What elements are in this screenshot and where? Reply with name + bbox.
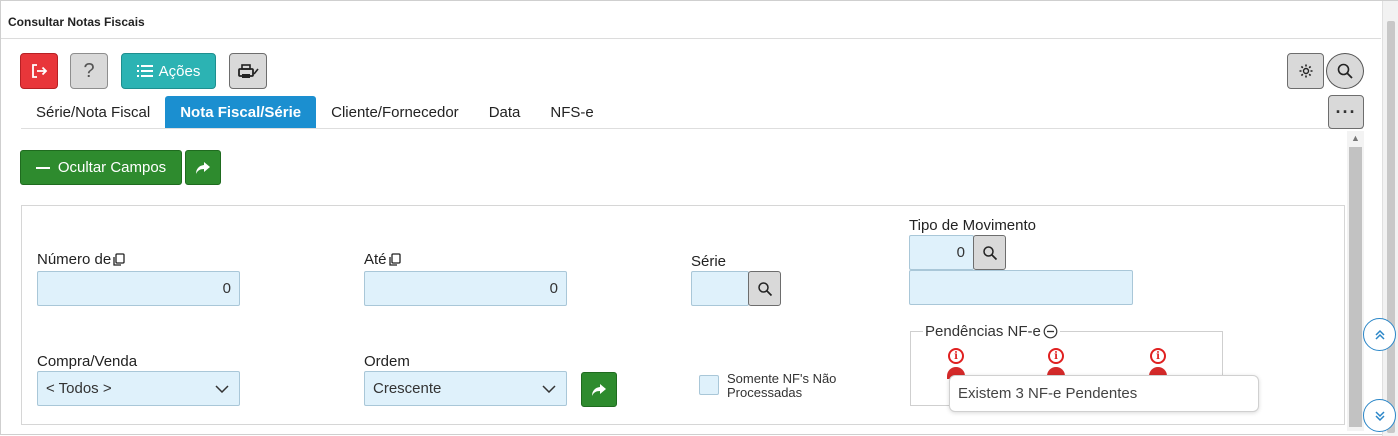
pendencia-item-3[interactable]: i — [1149, 348, 1168, 379]
more-icon: ··· — [1335, 101, 1357, 122]
acoes-label: Ações — [158, 62, 201, 80]
copy-icon[interactable] — [112, 252, 125, 267]
tab-cliente-fornecedor[interactable]: Cliente/Fornecedor — [316, 96, 474, 129]
info-alert-icon: i — [948, 348, 964, 364]
copy-icon[interactable] — [388, 252, 401, 267]
tabs-divider — [21, 128, 1363, 129]
gear-icon — [1299, 64, 1312, 78]
pendencia-item-1[interactable]: i — [947, 348, 966, 379]
content-scrollbar-thumb[interactable] — [1349, 147, 1362, 427]
ordem-select[interactable]: Crescente — [364, 371, 567, 406]
scroll-top-button[interactable] — [1363, 318, 1396, 351]
content-scrollbar[interactable]: ▲ — [1347, 131, 1364, 431]
minus-icon — [35, 166, 50, 169]
pendencias-tooltip: Existem 3 NF-e Pendentes — [949, 375, 1259, 412]
window: Consultar Notas Fiscais ? Ações Série/No… — [0, 0, 1398, 436]
help-button[interactable]: ? — [70, 53, 108, 89]
title-bar: Consultar Notas Fiscais — [1, 1, 1381, 39]
pendencias-legend-text: Pendências NF-e — [925, 323, 1041, 340]
ordem-label: Ordem — [364, 353, 410, 370]
tipo-movimento-input[interactable]: 0 — [909, 235, 974, 270]
ocultar-campos-label: Ocultar Campos — [57, 159, 167, 176]
tab-nota-serie[interactable]: Nota Fiscal/Série — [165, 96, 317, 129]
search-icon — [1337, 63, 1353, 79]
ate-input[interactable]: 0 — [364, 271, 567, 306]
tipo-movimento-description — [909, 270, 1133, 305]
ocultar-campos-button[interactable]: Ocultar Campos — [20, 150, 182, 185]
pendencias-legend: Pendências NF-e — [923, 323, 1060, 340]
ordem-value: Crescente — [373, 380, 442, 397]
list-icon — [136, 65, 153, 77]
window-title: Consultar Notas Fiscais — [8, 15, 145, 29]
settings-button[interactable] — [1287, 53, 1324, 89]
ate-label: Até — [364, 251, 401, 268]
compra-venda-label: Compra/Venda — [37, 353, 138, 370]
more-button[interactable]: ··· — [1328, 95, 1364, 129]
numero-de-label-text: Número de — [37, 251, 112, 268]
print-icon — [238, 64, 259, 78]
chevron-down-icon — [542, 384, 556, 393]
scroll-up-arrow-icon[interactable]: ▲ — [1347, 131, 1364, 145]
tab-bar: Série/Nota Fiscal Nota Fiscal/Série Clie… — [21, 96, 609, 129]
tab-nfse[interactable]: NFS-e — [535, 96, 608, 129]
compra-venda-select[interactable]: < Todos > — [37, 371, 240, 406]
double-chevron-down-icon — [1374, 410, 1385, 421]
compra-venda-value: < Todos > — [46, 380, 112, 397]
double-chevron-up-icon — [1374, 329, 1385, 340]
share-arrow-icon — [592, 383, 606, 396]
info-alert-icon: i — [1048, 348, 1064, 364]
info-alert-icon: i — [1150, 348, 1166, 364]
tipo-movimento-search-button[interactable] — [973, 235, 1006, 270]
numero-de-label: Número de — [37, 251, 125, 268]
serie-input[interactable] — [691, 271, 749, 306]
exit-button[interactable] — [20, 53, 58, 89]
somente-nf-label: Somente NF's Não Processadas — [727, 371, 837, 400]
global-search-button[interactable] — [1326, 53, 1364, 89]
ordem-forward-button[interactable] — [581, 372, 617, 407]
acoes-button[interactable]: Ações — [121, 53, 216, 89]
page-scrollbar[interactable] — [1382, 1, 1398, 436]
share-arrow-icon — [196, 161, 210, 174]
forward-button[interactable] — [185, 150, 221, 185]
tab-data[interactable]: Data — [474, 96, 536, 129]
chevron-down-icon — [215, 384, 229, 393]
tipo-movimento-label: Tipo de Movimento — [909, 217, 1037, 234]
pendencia-item-2[interactable]: i — [1047, 348, 1066, 379]
help-label: ? — [83, 59, 95, 82]
search-icon — [982, 245, 997, 260]
ate-label-text: Até — [364, 251, 387, 268]
collapse-circle-icon[interactable] — [1043, 324, 1058, 339]
tab-serie-nota[interactable]: Série/Nota Fiscal — [21, 96, 165, 129]
serie-label: Série — [691, 253, 727, 270]
scroll-bottom-button[interactable] — [1363, 399, 1396, 432]
numero-de-input[interactable]: 0 — [37, 271, 240, 306]
exit-icon — [32, 64, 48, 78]
serie-search-button[interactable] — [748, 271, 781, 306]
print-button[interactable] — [229, 53, 267, 89]
page-scrollbar-thumb[interactable] — [1387, 21, 1395, 433]
somente-nf-checkbox[interactable] — [699, 375, 719, 395]
search-icon — [757, 281, 772, 296]
